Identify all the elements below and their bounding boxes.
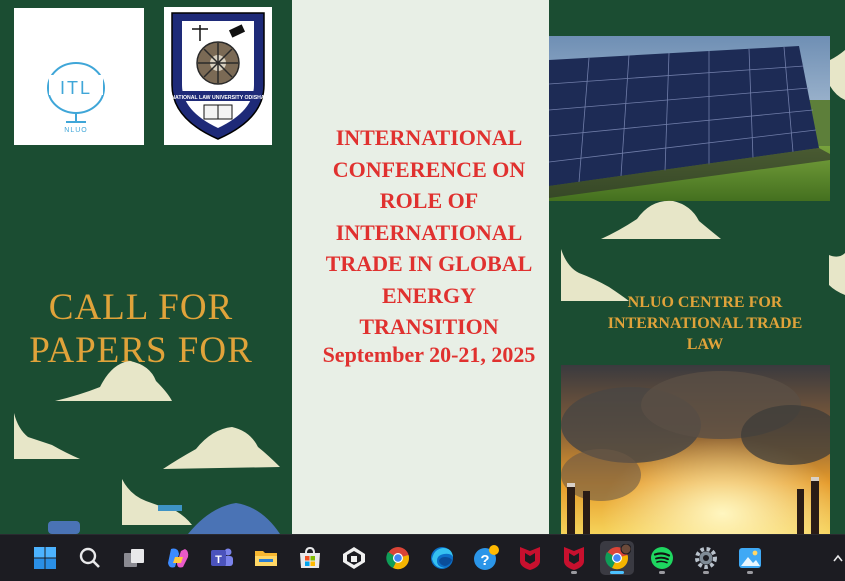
title-line: INTERNATIONAL	[335, 219, 523, 245]
centre-name-line: INTERNATIONAL TRADE	[607, 315, 803, 332]
cloud-decoration	[830, 50, 845, 100]
nluo-seal-text: NATIONAL LAW UNIVERSITY ODISHA	[171, 95, 265, 101]
centre-name-line: NLUO CENTRE FOR	[627, 294, 783, 311]
conference-date: September 20-21, 2025	[322, 342, 536, 367]
show-hidden-icons-chevron-icon[interactable]	[830, 541, 845, 575]
photos-icon[interactable]	[733, 541, 767, 575]
nluo-seal-logo: NATIONAL LAW UNIVERSITY ODISHA	[164, 7, 272, 145]
title-line: ENERGY	[381, 282, 477, 308]
mcafee-icon[interactable]	[513, 541, 547, 575]
settings-icon[interactable]	[689, 541, 723, 575]
conference-title: INTERNATIONAL CONFERENCE ON ROLE OF INTE…	[300, 122, 558, 343]
solar-panels-photo	[548, 36, 830, 201]
call-for-papers-line1: CALL FOR	[48, 287, 234, 328]
edge-icon[interactable]	[425, 541, 459, 575]
mcafee-icon[interactable]	[557, 541, 591, 575]
centre-name: NLUO CENTRE FOR INTERNATIONAL TRADE LAW	[583, 292, 827, 355]
title-line: ROLE OF	[379, 188, 479, 213]
chrome-icon[interactable]	[381, 541, 415, 575]
svg-text:T: T	[215, 554, 222, 566]
running-indicator	[571, 571, 577, 574]
teams-icon[interactable]: T	[205, 541, 239, 575]
running-indicator	[703, 571, 709, 574]
cloud-decoration	[14, 361, 280, 534]
file-explorer-icon[interactable]	[249, 541, 283, 575]
chrome-profile-icon[interactable]	[600, 541, 634, 575]
running-indicator	[747, 571, 753, 574]
centre-name-line: LAW	[686, 336, 724, 353]
title-line: INTERNATIONAL	[335, 125, 523, 150]
task-view-icon[interactable]	[117, 541, 151, 575]
document-canvas: ITL NLUO NATIONAL LAW UNIVERSITY ODISHA …	[0, 0, 845, 534]
app-icon[interactable]	[337, 541, 371, 575]
taskbar: T ?	[0, 534, 845, 581]
windows-start-icon[interactable]	[28, 541, 62, 575]
title-line: CONFERENCE ON	[332, 156, 526, 182]
microsoft-store-icon[interactable]	[293, 541, 327, 575]
itl-logo-text: ITL	[60, 78, 92, 98]
svg-text:?: ?	[480, 552, 489, 569]
itl-logo-sub: NLUO	[64, 127, 87, 134]
title-line: TRANSITION	[359, 314, 499, 339]
title-line: TRADE IN GLOBAL	[325, 251, 533, 276]
industrial-smoke-photo	[561, 365, 841, 534]
itl-logo: ITL NLUO	[14, 8, 144, 145]
spotify-icon[interactable]	[645, 541, 679, 575]
help-icon[interactable]: ?	[469, 541, 503, 575]
active-indicator	[610, 571, 624, 574]
cloud-decoration	[561, 200, 845, 301]
copilot-icon[interactable]	[161, 541, 195, 575]
search-icon[interactable]	[73, 541, 107, 575]
running-indicator	[659, 571, 665, 574]
